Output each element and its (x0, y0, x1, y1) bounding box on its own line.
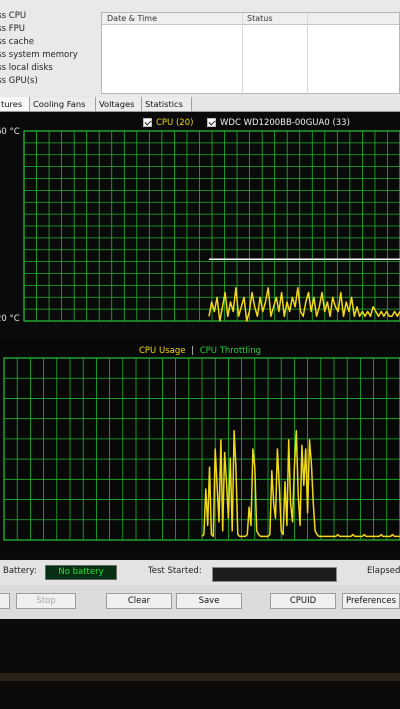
column-divider (307, 13, 308, 95)
column-header-status[interactable]: Status (242, 13, 400, 25)
battery-label: Battery: (3, 566, 37, 576)
tab-temperatures[interactable]: tures (0, 97, 30, 111)
monitor-bezel-edge (0, 673, 400, 681)
cpu-temperature-line (208, 287, 400, 322)
elapsed-label: Elapsed (367, 566, 400, 576)
stress-option-fpu[interactable]: ess FPU (0, 23, 100, 36)
tab-statistics[interactable]: Statistics (142, 97, 192, 111)
stress-options-panel: ess CPU ess FPU ess cache ess system mem… (0, 0, 400, 96)
stop-button[interactable]: Stop (16, 593, 76, 609)
temperature-chart-panel: CPU (20) WDC WD1200BB-00GUA0 (33) 60 °C … (0, 112, 400, 334)
log-table-header: Date & Time Status (102, 13, 399, 25)
test-started-value (212, 567, 337, 582)
hardware-monitor-window: ess CPU ess FPU ess cache ess system mem… (0, 0, 400, 709)
stress-option-cpu[interactable]: ess CPU (0, 10, 100, 23)
column-divider (242, 13, 243, 95)
tab-voltages[interactable]: Voltages (96, 97, 142, 111)
save-button[interactable]: Save (176, 593, 242, 609)
test-started-label: Test Started: (148, 566, 202, 576)
status-bar: Battery: No battery Test Started: Elapse… (0, 560, 400, 585)
stress-option-memory[interactable]: ess system memory (0, 49, 100, 62)
log-table[interactable]: Date & Time Status (101, 12, 400, 95)
clear-button[interactable]: Clear (106, 593, 172, 609)
stress-option-cache[interactable]: ess cache (0, 36, 100, 49)
monitor-bezel (0, 619, 400, 709)
column-header-date-time[interactable]: Date & Time (102, 13, 242, 25)
battery-value: No battery (45, 565, 117, 580)
tab-cooling-fans[interactable]: Cooling Fans (30, 97, 96, 111)
start-button[interactable] (0, 593, 10, 609)
temperature-chart (23, 130, 400, 322)
cpuid-button[interactable]: CPUID (270, 593, 336, 609)
tab-strip: tures Cooling Fans Voltages Statistics (0, 96, 400, 112)
stress-options-list: ess CPU ess FPU ess cache ess system mem… (0, 10, 100, 88)
stress-option-disks[interactable]: ess local disks (0, 62, 100, 75)
preferences-button[interactable]: Preferences (342, 593, 400, 609)
stress-option-gpu[interactable]: ess GPU(s) (0, 75, 100, 88)
button-bar: Stop Clear Save CPUID Preferences (0, 585, 400, 619)
cpu-usage-line (201, 430, 400, 538)
cpu-usage-chart-panel: CPU Usage | CPU Throttling (0, 339, 400, 550)
cpu-usage-chart (3, 357, 400, 541)
